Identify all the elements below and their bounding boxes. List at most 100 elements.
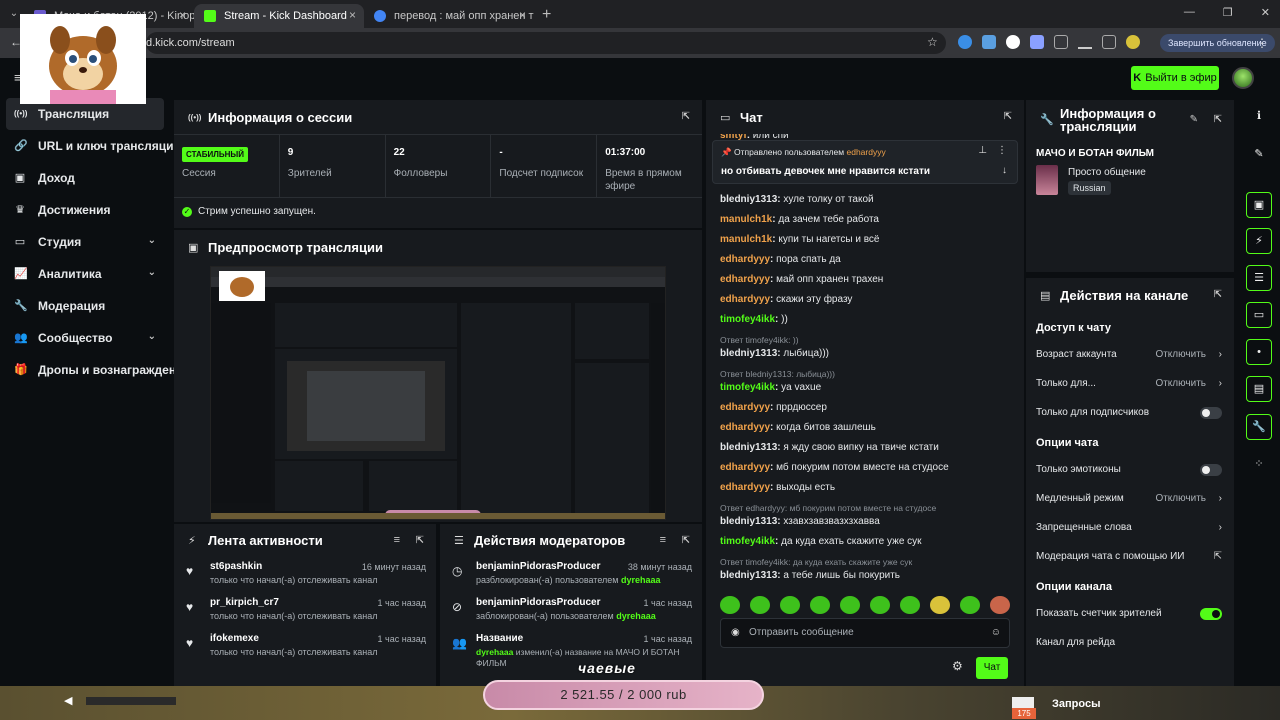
emote-icon[interactable] [810, 596, 830, 614]
extension-icon[interactable] [1030, 35, 1044, 49]
sidebar-item-moderation[interactable]: 🔧 Модерация [0, 290, 170, 322]
browser-tab-3[interactable]: перевод : май опп хранен тр × [364, 4, 534, 28]
popout-icon[interactable]: ⇱ [1214, 289, 1222, 300]
emote-icon[interactable] [840, 596, 860, 614]
broadcast-icon[interactable]: • [1246, 339, 1272, 365]
chat-username[interactable]: bledniy1313 [720, 516, 777, 527]
maximize-icon[interactable]: ❐ [1223, 6, 1233, 19]
popout-icon[interactable]: ⇱ [1214, 113, 1222, 126]
close-window-icon[interactable]: ✕ [1261, 6, 1270, 19]
pin-icon[interactable]: ⊥ [978, 145, 987, 156]
browser-tab-2[interactable]: Stream - Kick Dashboard × [194, 4, 364, 28]
chat-message-input[interactable]: ◉ Отправить сообщение ☺ [720, 618, 1010, 648]
chat-username[interactable]: manulch1k [720, 214, 772, 225]
sidebar-item-stream-url-key[interactable]: 🔗 URL и ключ трансляции [0, 130, 181, 162]
filter-icon[interactable]: ≡ [660, 534, 666, 546]
info-icon[interactable]: ℹ [1246, 104, 1272, 130]
chat-username[interactable]: edhardyyy [720, 294, 770, 305]
subscribers-only-toggle[interactable] [1200, 407, 1222, 419]
activity-username[interactable]: st6pashkin [210, 561, 262, 572]
user-avatar[interactable] [1232, 67, 1254, 89]
profile-icon[interactable] [1126, 35, 1140, 49]
pinned-by-user[interactable]: edhardyyy [847, 147, 886, 157]
chat-username[interactable]: bledniy1313 [720, 194, 777, 205]
emote-icon[interactable] [960, 596, 980, 614]
close-tab-icon[interactable]: × [349, 8, 356, 22]
sidebar-item-community[interactable]: 👥 Сообщество ⌄ [0, 322, 170, 354]
chat-username[interactable]: edhardyyy [720, 462, 770, 473]
option-slow-mode[interactable]: Медленный режим Отключить › [1026, 484, 1234, 513]
chat-settings-gear-icon[interactable]: ⚙ [952, 659, 963, 673]
apps-icon[interactable]: ⁘ [1246, 452, 1272, 478]
chat-username[interactable]: edhardyyy [720, 274, 770, 285]
sidebar-item-achievements[interactable]: ♛ Достижения [0, 194, 170, 226]
smiley-icon[interactable]: ☺ [991, 619, 1001, 647]
edit-pencil-icon[interactable]: ✎ [1246, 142, 1272, 168]
chat-username[interactable]: edhardyyy [720, 482, 770, 493]
filter-icon[interactable]: ≡ [394, 534, 400, 546]
play-back-icon[interactable]: ◀ [64, 694, 72, 707]
lightning-icon[interactable]: ⚡ [1246, 228, 1272, 254]
new-tab-button[interactable]: + [534, 6, 559, 28]
url-field[interactable]: d.kick.com/stream [146, 32, 946, 54]
chat-username[interactable]: bledniy1313 [720, 348, 777, 359]
viewer-count-toggle[interactable] [1200, 608, 1222, 620]
sidebar-item-studio[interactable]: ▭ Студия ⌄ [0, 226, 170, 258]
edit-pencil-icon[interactable]: ✎ [1190, 113, 1198, 126]
download-icon[interactable] [1078, 35, 1092, 49]
mod-action-user[interactable]: dyrehaaa [621, 575, 661, 585]
emote-icon[interactable] [720, 596, 740, 614]
emote-icon[interactable] [900, 596, 920, 614]
mod-action-target[interactable]: benjaminPidorasProducer [476, 597, 600, 608]
chat-username[interactable]: timofey4ikk [720, 382, 775, 393]
emote-icon[interactable] [780, 596, 800, 614]
sidebar-item-analytics[interactable]: 📈 Аналитика ⌄ [0, 258, 170, 290]
mod-action-user[interactable]: dyrehaaa [476, 647, 513, 657]
close-tab-icon[interactable]: × [179, 8, 186, 22]
emote-icon[interactable] [870, 596, 890, 614]
chat-username[interactable]: timofey4ikk [720, 536, 775, 547]
chat-username[interactable]: edhardyyy [720, 254, 770, 265]
emote-picker-icon[interactable]: ◉ [731, 619, 740, 647]
activity-username[interactable]: ifokemexe [210, 633, 259, 644]
chat-username[interactable]: manulch1k [720, 234, 772, 245]
chat-username[interactable]: edhardyyy [720, 402, 770, 413]
go-live-button[interactable]: K Выйти в эфир [1131, 66, 1219, 90]
chat-username[interactable]: bledniy1313 [720, 570, 777, 581]
bookmark-star-icon[interactable]: ☆ [927, 35, 938, 49]
sidebar-item-income[interactable]: ▣ Доход [0, 162, 170, 194]
more-options-icon[interactable]: ⋮ [997, 145, 1007, 156]
emote-icon[interactable] [990, 596, 1010, 614]
minimize-icon[interactable]: — [1184, 6, 1195, 19]
chat-username[interactable]: timofey4ikk [720, 314, 775, 325]
emote-icon[interactable] [750, 596, 770, 614]
extension-icon[interactable] [982, 35, 996, 49]
emotes-only-toggle[interactable] [1200, 464, 1222, 476]
close-tab-icon[interactable]: × [519, 8, 526, 22]
activity-username[interactable]: pr_kirpich_cr7 [210, 597, 279, 608]
popout-icon[interactable]: ⇱ [682, 111, 690, 122]
extension-icon[interactable] [1006, 35, 1020, 49]
mod-action-target[interactable]: benjaminPidorasProducer [476, 561, 600, 572]
sidepanel-icon[interactable] [1102, 35, 1116, 49]
popout-icon[interactable]: ⇱ [682, 535, 690, 546]
mod-action-user[interactable]: dyrehaaa [616, 611, 656, 621]
browser-menu-icon[interactable]: ⋮ [1256, 36, 1268, 50]
option-raid-channel[interactable]: Канал для рейда [1026, 628, 1234, 657]
puzzle-icon[interactable] [1054, 35, 1068, 49]
emote-icon[interactable] [930, 596, 950, 614]
option-only-for[interactable]: Только для... Отключить › [1026, 369, 1234, 398]
wrench-icon[interactable]: 🔧 [1246, 414, 1272, 440]
sidebar-item-drops[interactable]: 🎁 Дропы и вознаграждения [0, 354, 190, 386]
arrow-down-icon[interactable]: ↓ [1002, 165, 1007, 176]
popout-icon[interactable]: ⇱ [416, 535, 424, 546]
popout-icon[interactable]: ⇱ [1004, 111, 1012, 122]
wallet-icon[interactable]: ▣ [1246, 192, 1272, 218]
option-account-age[interactable]: Возраст аккаунта Отключить › [1026, 340, 1234, 369]
chat-username[interactable]: bledniy1313 [720, 442, 777, 453]
option-banned-words[interactable]: Запрещенные слова › [1026, 513, 1234, 542]
list-icon[interactable]: ☰ [1246, 265, 1272, 291]
option-ai-moderation[interactable]: Модерация чата с помощью ИИ ⇱ [1026, 542, 1234, 571]
channel-icon[interactable]: ▤ [1246, 376, 1272, 402]
player-progress[interactable] [86, 697, 176, 705]
